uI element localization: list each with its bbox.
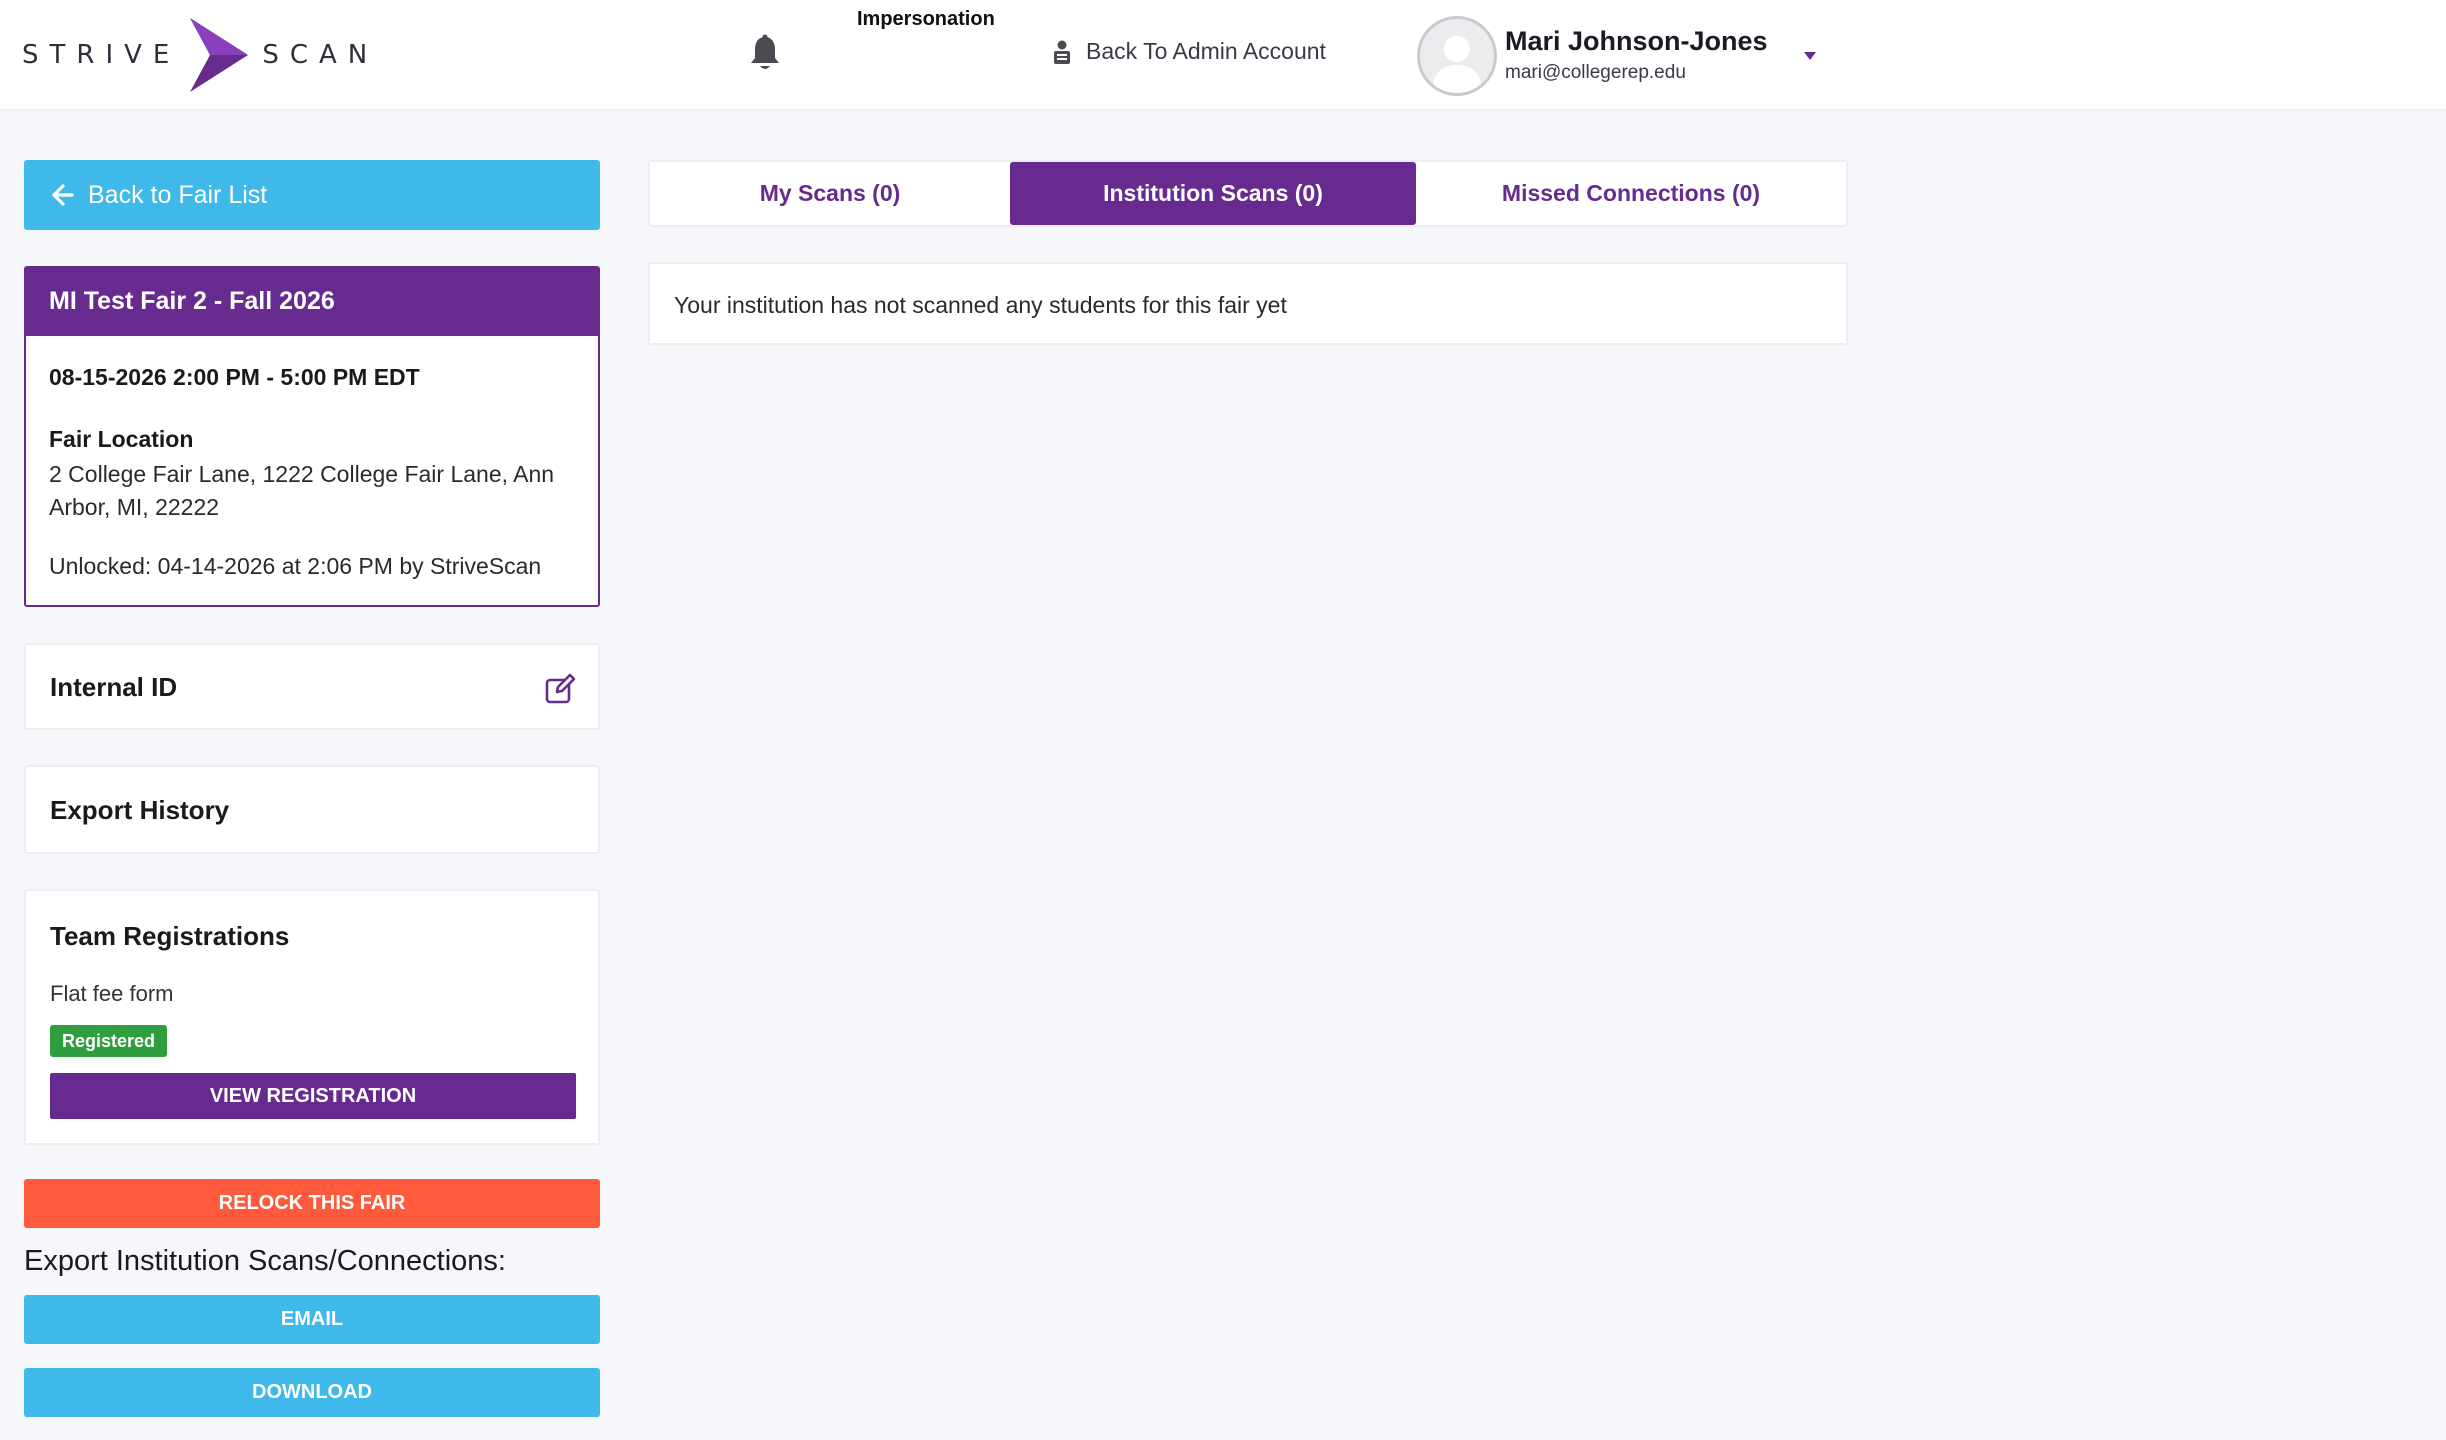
logo-text-left: STRIVE [22,40,181,70]
back-to-fair-list-label: Back to Fair List [88,180,268,209]
email-export-button[interactable]: EMAIL [24,1295,600,1344]
registration-form-name: Flat fee form [50,981,174,1006]
fair-datetime: 08-15-2026 2:00 PM - 5:00 PM EDT [49,364,420,390]
user-email: mari@collegerep.edu [1505,62,1686,83]
export-history-card[interactable]: Export History [24,765,600,854]
team-registrations-card: Team Registrations Flat fee form Registe… [24,889,600,1145]
empty-state-message: Your institution has not scanned any stu… [648,262,1848,345]
edit-icon[interactable] [544,673,576,705]
user-lock-icon [1054,40,1070,64]
tab-my-scans[interactable]: My Scans (0) [650,162,1010,225]
export-heading: Export Institution Scans/Connections: [24,1245,506,1277]
back-to-admin-label: Back To Admin Account [1086,38,1326,64]
logo-text-right: SCAN [262,40,379,70]
export-history-label: Export History [50,795,230,825]
status-badge: Registered [50,1025,168,1057]
avatar[interactable] [1417,16,1497,96]
tab-institution-scans[interactable]: Institution Scans (0) [1010,162,1416,225]
user-name: Mari Johnson-Jones [1505,26,1768,56]
view-registration-button[interactable]: VIEW REGISTRATION [50,1073,576,1119]
top-header: STRIVE SCAN Impersonation Back To Admin … [0,0,2446,111]
back-to-admin-link[interactable]: Back To Admin Account [1052,38,1326,65]
back-to-fair-list-button[interactable]: Back to Fair List [24,160,600,230]
strivescan-logo[interactable]: STRIVE SCAN [22,18,378,92]
fair-location-label: Fair Location [49,426,194,452]
scan-tabs: My Scans (0) Institution Scans (0) Misse… [648,160,1848,227]
download-export-button[interactable]: DOWNLOAD [24,1368,600,1417]
arrow-left-icon [52,184,74,206]
fair-unlocked-status: Unlocked: 04-14-2026 at 2:06 PM by Striv… [49,553,542,579]
relock-fair-button[interactable]: RELOCK THIS FAIR [24,1179,600,1228]
user-silhouette-icon [1432,36,1482,93]
fair-details-card: MI Test Fair 2 - Fall 2026 08-15-2026 2:… [24,266,600,607]
bell-icon[interactable] [748,34,782,72]
caret-down-icon[interactable] [1803,51,1817,61]
team-registrations-title: Team Registrations [50,921,290,951]
fair-location-address: 2 College Fair Lane, 1222 College Fair L… [49,461,555,520]
internal-id-label: Internal ID [50,672,178,702]
fair-title: MI Test Fair 2 - Fall 2026 [26,268,598,336]
internal-id-card: Internal ID [24,643,600,730]
impersonation-label: Impersonation [857,8,995,30]
logo-chevron-icon [190,18,249,92]
tab-missed-connections[interactable]: Missed Connections (0) [1416,162,1846,225]
